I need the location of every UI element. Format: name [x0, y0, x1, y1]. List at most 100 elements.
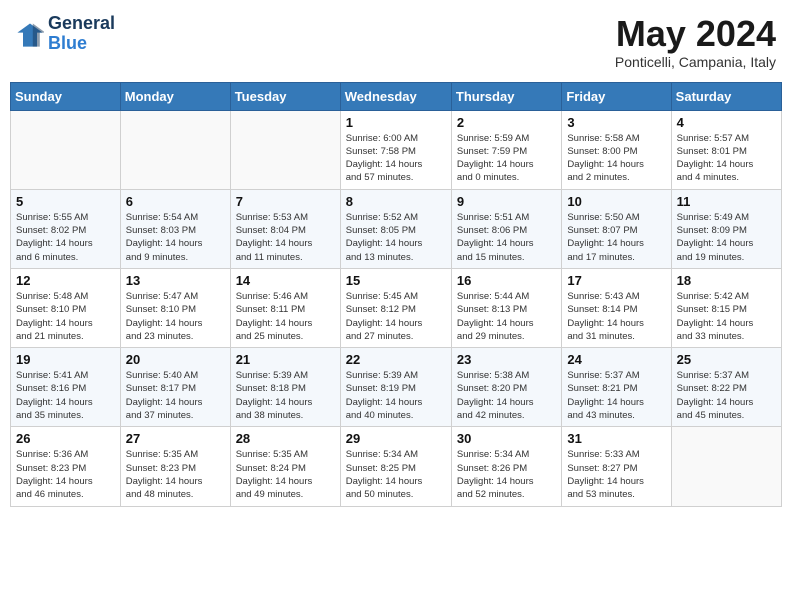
calendar-cell: 23 Sunrise: 5:38 AM Sunset: 8:20 PM Dayli… — [451, 348, 561, 427]
weekday-header-tuesday: Tuesday — [230, 82, 340, 110]
calendar-cell: 10 Sunrise: 5:50 AM Sunset: 8:07 PM Dayli… — [562, 189, 671, 268]
calendar-cell: 30 Sunrise: 5:34 AM Sunset: 8:26 PM Dayli… — [451, 427, 561, 506]
logo-line1: General — [48, 14, 115, 34]
day-number: 23 — [457, 352, 556, 367]
day-number: 22 — [346, 352, 446, 367]
day-info: Sunrise: 5:43 AM Sunset: 8:14 PM Dayligh… — [567, 290, 665, 343]
day-number: 4 — [677, 115, 776, 130]
day-number: 2 — [457, 115, 556, 130]
calendar-cell: 21Sunrise: 5:39 AM Sunset: 8:18 PM Dayli… — [230, 348, 340, 427]
day-info: Sunrise: 5:45 AM Sunset: 8:12 PM Dayligh… — [346, 290, 446, 343]
day-info: Sunrise: 5:36 AM Sunset: 8:23 PM Dayligh… — [16, 448, 115, 501]
calendar-cell: 13Sunrise: 5:47 AM Sunset: 8:10 PM Dayli… — [120, 268, 230, 347]
month-title: May 2024 — [615, 14, 776, 54]
day-number: 9 — [457, 194, 556, 209]
day-number: 26 — [16, 431, 115, 446]
calendar-cell: 28 Sunrise: 5:35 AM Sunset: 8:24 PM Dayli… — [230, 427, 340, 506]
calendar-cell — [671, 427, 781, 506]
day-info: Sunrise: 5:34 AM Sunset: 8:26 PM Dayligh… — [457, 448, 556, 501]
day-number: 10 — [567, 194, 665, 209]
calendar-cell: 14 Sunrise: 5:46 AM Sunset: 8:11 PM Dayli… — [230, 268, 340, 347]
calendar-cell: 20 Sunrise: 5:40 AM Sunset: 8:17 PM Dayli… — [120, 348, 230, 427]
calendar-week-row: 1 Sunrise: 6:00 AM Sunset: 7:58 PM Daylig… — [11, 110, 782, 189]
day-info: Sunrise: 5:47 AM Sunset: 8:10 PM Dayligh… — [126, 290, 225, 343]
calendar-cell: 7Sunrise: 5:53 AM Sunset: 8:04 PM Daylig… — [230, 189, 340, 268]
calendar-cell: 5Sunrise: 5:55 AM Sunset: 8:02 PM Daylig… — [11, 189, 121, 268]
header: General Blue May 2024 Ponticelli, Campan… — [10, 10, 782, 74]
day-number: 7 — [236, 194, 335, 209]
calendar-cell: 8 Sunrise: 5:52 AM Sunset: 8:05 PM Daylig… — [340, 189, 451, 268]
calendar-cell — [230, 110, 340, 189]
day-info: Sunrise: 5:38 AM Sunset: 8:20 PM Dayligh… — [457, 369, 556, 422]
day-info: Sunrise: 5:58 AM Sunset: 8:00 PM Dayligh… — [567, 132, 665, 185]
calendar-cell: 25 Sunrise: 5:37 AM Sunset: 8:22 PM Dayli… — [671, 348, 781, 427]
calendar-week-row: 12 Sunrise: 5:48 AM Sunset: 8:10 PM Dayli… — [11, 268, 782, 347]
day-number: 1 — [346, 115, 446, 130]
calendar-cell: 17Sunrise: 5:43 AM Sunset: 8:14 PM Dayli… — [562, 268, 671, 347]
calendar-cell: 16 Sunrise: 5:44 AM Sunset: 8:13 PM Dayli… — [451, 268, 561, 347]
day-number: 20 — [126, 352, 225, 367]
day-info: Sunrise: 5:48 AM Sunset: 8:10 PM Dayligh… — [16, 290, 115, 343]
day-info: Sunrise: 5:40 AM Sunset: 8:17 PM Dayligh… — [126, 369, 225, 422]
day-info: Sunrise: 5:52 AM Sunset: 8:05 PM Dayligh… — [346, 211, 446, 264]
weekday-header-saturday: Saturday — [671, 82, 781, 110]
day-info: Sunrise: 5:41 AM Sunset: 8:16 PM Dayligh… — [16, 369, 115, 422]
day-info: Sunrise: 5:46 AM Sunset: 8:11 PM Dayligh… — [236, 290, 335, 343]
day-info: Sunrise: 6:00 AM Sunset: 7:58 PM Dayligh… — [346, 132, 446, 185]
day-info: Sunrise: 5:59 AM Sunset: 7:59 PM Dayligh… — [457, 132, 556, 185]
subtitle: Ponticelli, Campania, Italy — [615, 54, 776, 70]
logo-line2: Blue — [48, 33, 87, 53]
weekday-header-friday: Friday — [562, 82, 671, 110]
day-info: Sunrise: 5:34 AM Sunset: 8:25 PM Dayligh… — [346, 448, 446, 501]
logo: General Blue — [16, 14, 115, 54]
title-area: May 2024 Ponticelli, Campania, Italy — [615, 14, 776, 70]
calendar-cell: 11 Sunrise: 5:49 AM Sunset: 8:09 PM Dayli… — [671, 189, 781, 268]
day-info: Sunrise: 5:42 AM Sunset: 8:15 PM Dayligh… — [677, 290, 776, 343]
day-number: 19 — [16, 352, 115, 367]
day-number: 30 — [457, 431, 556, 446]
day-number: 14 — [236, 273, 335, 288]
logo-icon — [16, 20, 44, 48]
weekday-header-sunday: Sunday — [11, 82, 121, 110]
day-number: 24 — [567, 352, 665, 367]
day-number: 31 — [567, 431, 665, 446]
day-number: 12 — [16, 273, 115, 288]
day-number: 11 — [677, 194, 776, 209]
day-number: 27 — [126, 431, 225, 446]
day-info: Sunrise: 5:39 AM Sunset: 8:19 PM Dayligh… — [346, 369, 446, 422]
calendar-cell: 12 Sunrise: 5:48 AM Sunset: 8:10 PM Dayli… — [11, 268, 121, 347]
day-info: Sunrise: 5:51 AM Sunset: 8:06 PM Dayligh… — [457, 211, 556, 264]
day-info: Sunrise: 5:35 AM Sunset: 8:24 PM Dayligh… — [236, 448, 335, 501]
day-number: 28 — [236, 431, 335, 446]
day-info: Sunrise: 5:54 AM Sunset: 8:03 PM Dayligh… — [126, 211, 225, 264]
day-info: Sunrise: 5:37 AM Sunset: 8:22 PM Dayligh… — [677, 369, 776, 422]
day-number: 16 — [457, 273, 556, 288]
day-number: 8 — [346, 194, 446, 209]
calendar-cell — [120, 110, 230, 189]
day-info: Sunrise: 5:35 AM Sunset: 8:23 PM Dayligh… — [126, 448, 225, 501]
logo-text: General Blue — [48, 14, 115, 54]
calendar-cell: 9 Sunrise: 5:51 AM Sunset: 8:06 PM Daylig… — [451, 189, 561, 268]
calendar-cell: 6 Sunrise: 5:54 AM Sunset: 8:03 PM Daylig… — [120, 189, 230, 268]
day-info: Sunrise: 5:33 AM Sunset: 8:27 PM Dayligh… — [567, 448, 665, 501]
calendar-cell: 22 Sunrise: 5:39 AM Sunset: 8:19 PM Dayli… — [340, 348, 451, 427]
day-info: Sunrise: 5:44 AM Sunset: 8:13 PM Dayligh… — [457, 290, 556, 343]
day-info: Sunrise: 5:57 AM Sunset: 8:01 PM Dayligh… — [677, 132, 776, 185]
day-number: 25 — [677, 352, 776, 367]
weekday-header-monday: Monday — [120, 82, 230, 110]
day-number: 6 — [126, 194, 225, 209]
calendar-cell: 18Sunrise: 5:42 AM Sunset: 8:15 PM Dayli… — [671, 268, 781, 347]
day-info: Sunrise: 5:49 AM Sunset: 8:09 PM Dayligh… — [677, 211, 776, 264]
calendar-cell: 31 Sunrise: 5:33 AM Sunset: 8:27 PM Dayli… — [562, 427, 671, 506]
calendar-cell: 2 Sunrise: 5:59 AM Sunset: 7:59 PM Daylig… — [451, 110, 561, 189]
weekday-header-wednesday: Wednesday — [340, 82, 451, 110]
calendar-cell: 19 Sunrise: 5:41 AM Sunset: 8:16 PM Dayli… — [11, 348, 121, 427]
day-info: Sunrise: 5:39 AM Sunset: 8:18 PM Dayligh… — [236, 369, 335, 422]
calendar-cell: 27 Sunrise: 5:35 AM Sunset: 8:23 PM Dayli… — [120, 427, 230, 506]
day-info: Sunrise: 5:50 AM Sunset: 8:07 PM Dayligh… — [567, 211, 665, 264]
calendar-cell: 26 Sunrise: 5:36 AM Sunset: 8:23 PM Dayli… — [11, 427, 121, 506]
calendar-cell — [11, 110, 121, 189]
weekday-header-thursday: Thursday — [451, 82, 561, 110]
day-number: 29 — [346, 431, 446, 446]
day-number: 15 — [346, 273, 446, 288]
